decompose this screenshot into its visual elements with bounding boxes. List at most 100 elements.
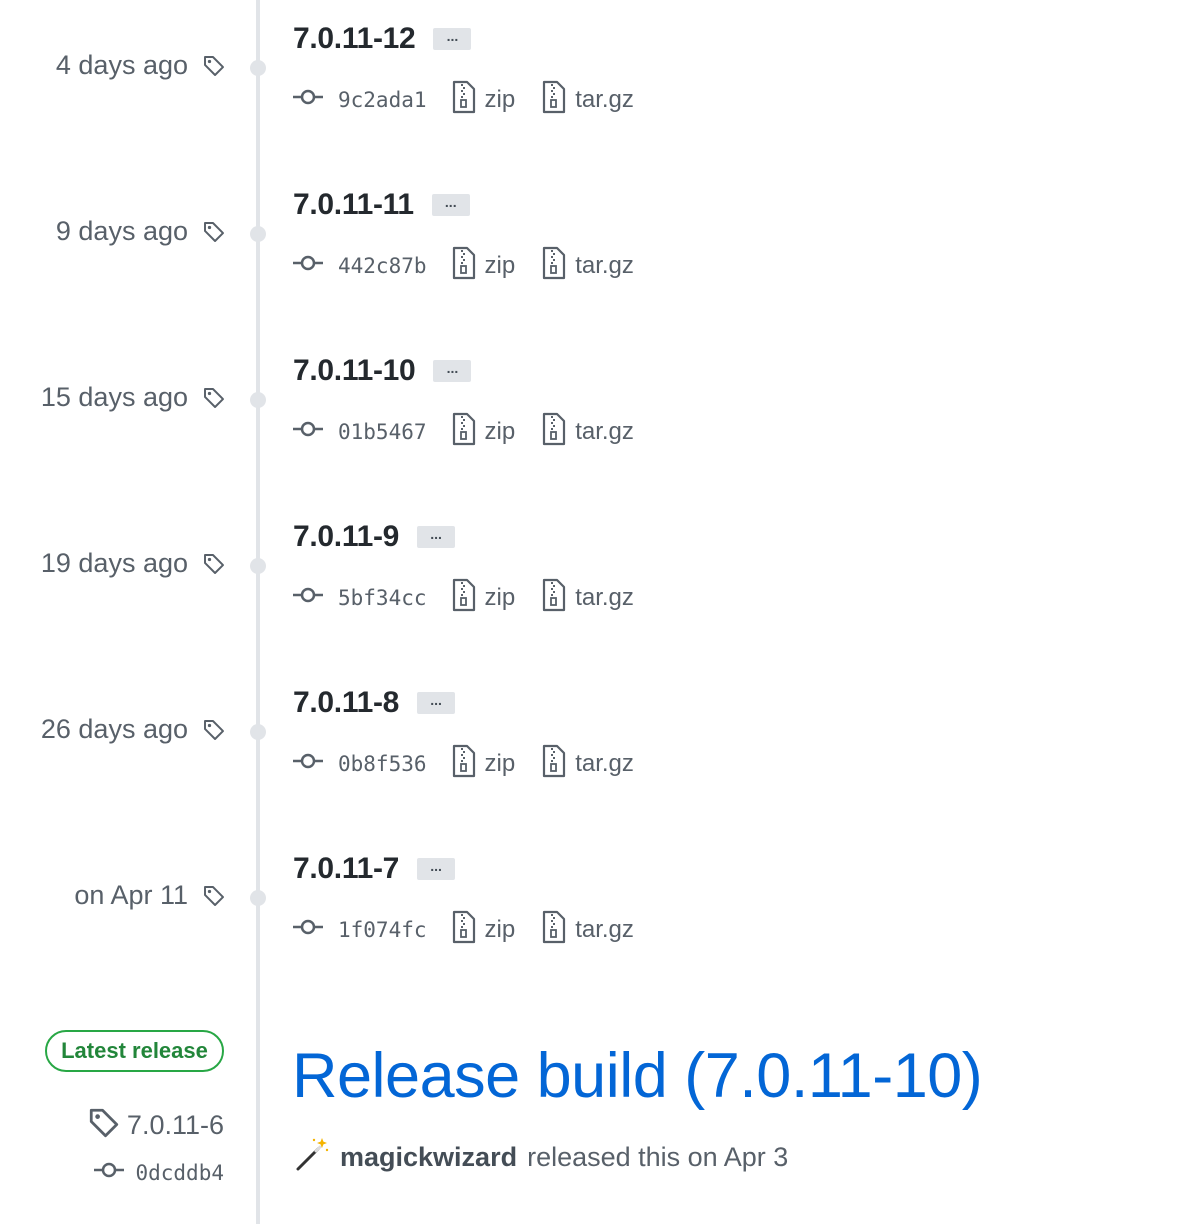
tag-icon <box>202 718 226 742</box>
tag-entry: 19 days ago 7.0.11-9 ... 5bf34cc zip tar… <box>0 498 1186 664</box>
zip-download-link[interactable]: zip <box>451 412 515 451</box>
git-commit-icon <box>292 751 324 776</box>
magic-wand-icon <box>294 1136 330 1179</box>
tar-label: tar.gz <box>575 85 634 113</box>
timeline-dot <box>250 226 266 242</box>
tar-download-link[interactable]: tar.gz <box>541 578 634 617</box>
tar-download-link[interactable]: tar.gz <box>541 80 634 119</box>
more-button[interactable]: ... <box>417 858 456 880</box>
zip-label: zip <box>484 251 516 279</box>
tag-name-link[interactable]: 7.0.11-11 <box>293 188 414 222</box>
relative-time: 26 days ago <box>40 714 188 744</box>
timeline-dot <box>250 724 266 740</box>
relative-time: 4 days ago <box>55 50 188 80</box>
file-zip-icon <box>541 80 567 119</box>
commit-link[interactable]: 442c87b <box>292 253 427 278</box>
tag-entry: 15 days ago 7.0.11-10 ... 01b5467 zip ta… <box>0 332 1186 498</box>
tag-name-link[interactable]: 7.0.11-8 <box>293 686 399 720</box>
tag-entry: 9 days ago 7.0.11-11 ... 442c87b zip tar… <box>0 166 1186 332</box>
timeline-dot <box>250 890 266 906</box>
release-title-link[interactable]: Release build (7.0.11-10) <box>292 1040 983 1112</box>
release-author-link[interactable]: magickwizard <box>340 1142 517 1173</box>
commit-sha: 442c87b <box>338 253 427 278</box>
file-zip-icon <box>541 246 567 285</box>
tag-name-link[interactable]: 7.0.11-12 <box>293 22 416 56</box>
file-zip-icon <box>451 246 477 285</box>
git-commit-icon <box>93 1160 125 1185</box>
file-zip-icon <box>451 744 477 783</box>
zip-download-link[interactable]: zip <box>451 578 516 617</box>
more-button[interactable]: ... <box>417 526 456 548</box>
file-zip-icon <box>451 80 477 119</box>
tag-meta: 4 days ago <box>56 50 226 81</box>
git-commit-icon <box>292 253 324 278</box>
commit-link[interactable]: 9c2ada1 <box>292 87 427 112</box>
tag-meta: 9 days ago <box>56 216 226 247</box>
tag-icon <box>202 220 226 244</box>
tag-entry: 4 days ago 7.0.11-12 ... 9c2ada1 zip tar… <box>0 0 1186 166</box>
tag-icon <box>202 884 226 908</box>
tar-label: tar.gz <box>575 583 634 611</box>
zip-label: zip <box>484 583 516 611</box>
zip-download-link[interactable]: zip <box>451 910 516 949</box>
commit-link[interactable]: 0b8f536 <box>292 751 427 776</box>
commit-sha: 9c2ada1 <box>338 87 427 112</box>
tar-label: tar.gz <box>575 251 634 279</box>
tar-download-link[interactable]: tar.gz <box>541 910 634 949</box>
tag-name-link[interactable]: 7.0.11-7 <box>293 852 399 886</box>
tag-meta: 15 days ago <box>41 382 226 413</box>
tag-name-link[interactable]: 7.0.11-9 <box>293 520 399 554</box>
more-button[interactable]: ... <box>433 28 472 50</box>
more-button[interactable]: ... <box>417 692 456 714</box>
release-commit-sha: 0dcddb4 <box>135 1160 224 1185</box>
git-commit-icon <box>292 917 324 942</box>
git-commit-icon <box>292 585 324 610</box>
tag-icon <box>202 552 226 576</box>
tag-icon <box>202 54 226 78</box>
timeline-dot <box>250 60 266 76</box>
relative-time: 9 days ago <box>55 216 188 246</box>
release-byline: magickwizard released this on Apr 3 <box>294 1136 788 1179</box>
timeline-dot <box>250 392 266 408</box>
zip-label: zip <box>484 915 516 943</box>
released-text: released this on Apr 3 <box>527 1142 789 1172</box>
release-tag-link[interactable]: 7.0.11-6 <box>87 1106 224 1145</box>
git-commit-icon <box>292 87 324 112</box>
file-zip-icon <box>451 910 477 949</box>
tar-label: tar.gz <box>575 749 634 777</box>
tag-name-link[interactable]: 7.0.11-10 <box>293 354 416 388</box>
zip-label: zip <box>484 85 516 113</box>
commit-link[interactable]: 5bf34cc <box>292 585 427 610</box>
tag-meta: 19 days ago <box>41 548 226 579</box>
commit-sha: 01b5467 <box>338 419 427 444</box>
more-button[interactable]: ... <box>433 360 472 382</box>
file-zip-icon <box>451 412 477 451</box>
tar-download-link[interactable]: tar.gz <box>541 744 634 783</box>
relative-time: 15 days ago <box>40 382 188 412</box>
tar-download-link[interactable]: tar.gz <box>541 412 634 451</box>
release-commit-link[interactable]: 0dcddb4 <box>93 1160 224 1185</box>
tag-icon <box>87 1106 121 1145</box>
more-button[interactable]: ... <box>431 194 470 216</box>
zip-download-link[interactable]: zip <box>451 744 515 783</box>
tag-entry: 26 days ago 7.0.11-8 ... 0b8f536 zip tar… <box>0 664 1186 830</box>
zip-download-link[interactable]: zip <box>451 80 516 119</box>
tag-icon <box>202 386 226 410</box>
timeline-dot <box>250 558 266 574</box>
commit-link[interactable]: 01b5467 <box>292 419 427 444</box>
tag-meta: on Apr 11 <box>74 880 226 911</box>
file-zip-icon <box>541 578 567 617</box>
file-zip-icon <box>541 412 567 451</box>
zip-download-link[interactable]: zip <box>451 246 516 285</box>
tag-entry: on Apr 11 7.0.11-7 ... 1f074fc zip tar.g… <box>0 830 1186 996</box>
git-commit-icon <box>292 419 324 444</box>
tag-meta: 26 days ago <box>41 714 226 745</box>
tar-download-link[interactable]: tar.gz <box>541 246 634 285</box>
file-zip-icon <box>541 744 567 783</box>
commit-link[interactable]: 1f074fc <box>292 917 427 942</box>
release-tag-name: 7.0.11-6 <box>126 1110 224 1140</box>
commit-sha: 1f074fc <box>338 917 427 942</box>
commit-sha: 0b8f536 <box>338 751 427 776</box>
relative-time: 19 days ago <box>40 548 188 578</box>
tar-label: tar.gz <box>575 915 634 943</box>
